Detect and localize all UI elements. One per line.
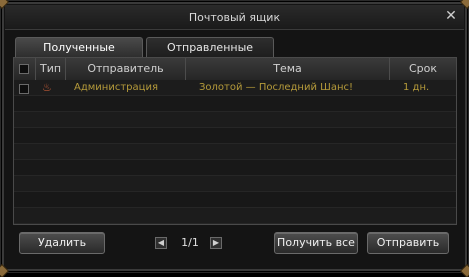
row-sender: Администрация xyxy=(74,82,158,93)
empty-row xyxy=(14,144,456,160)
corner-ornament xyxy=(461,265,469,277)
delete-button[interactable]: Удалить xyxy=(19,232,105,254)
receive-all-button[interactable]: Получить все xyxy=(274,232,358,254)
fire-icon: ♨ xyxy=(42,81,52,94)
select-all-cell xyxy=(14,58,36,80)
empty-row xyxy=(14,112,456,128)
title-bar[interactable]: Почтовый ящик ✕ xyxy=(5,5,464,30)
column-header-term[interactable]: Срок xyxy=(390,58,456,80)
empty-row xyxy=(14,128,456,144)
window-title: Почтовый ящик xyxy=(188,11,281,24)
row-checkbox[interactable] xyxy=(19,84,29,94)
prev-page-icon[interactable]: ◀ xyxy=(155,237,167,249)
tab-label: Отправленные xyxy=(166,41,254,54)
empty-row xyxy=(14,160,456,176)
row-subject: Золотой — Последний Шанс! xyxy=(199,82,354,93)
empty-row xyxy=(14,192,456,208)
close-icon[interactable]: ✕ xyxy=(444,9,458,23)
empty-row xyxy=(14,96,456,112)
corner-ornament xyxy=(0,265,8,277)
table-header: Тип Отправитель Тема Срок xyxy=(14,58,456,81)
tab-received[interactable]: Полученные xyxy=(15,37,143,57)
tab-sent[interactable]: Отправленные xyxy=(146,37,274,57)
column-header-type[interactable]: Тип xyxy=(36,58,66,80)
next-page-icon[interactable]: ▶ xyxy=(210,237,222,249)
mail-list-panel: Тип Отправитель Тема Срок ♨ Администраци… xyxy=(13,57,457,225)
column-header-subject[interactable]: Тема xyxy=(186,58,390,80)
row-term: 1 дн. xyxy=(403,82,430,93)
column-header-sender[interactable]: Отправитель xyxy=(66,58,186,80)
empty-row xyxy=(14,176,456,192)
empty-row xyxy=(14,208,456,224)
page-indicator: 1/1 xyxy=(181,236,199,249)
send-button[interactable]: Отправить xyxy=(367,232,449,254)
select-all-checkbox[interactable] xyxy=(19,64,29,74)
table-row[interactable]: ♨ Администрация Золотой — Последний Шанс… xyxy=(14,80,456,96)
mailbox-window: Почтовый ящик ✕ Полученные Отправленные … xyxy=(0,0,469,277)
tab-label: Полученные xyxy=(43,41,115,54)
